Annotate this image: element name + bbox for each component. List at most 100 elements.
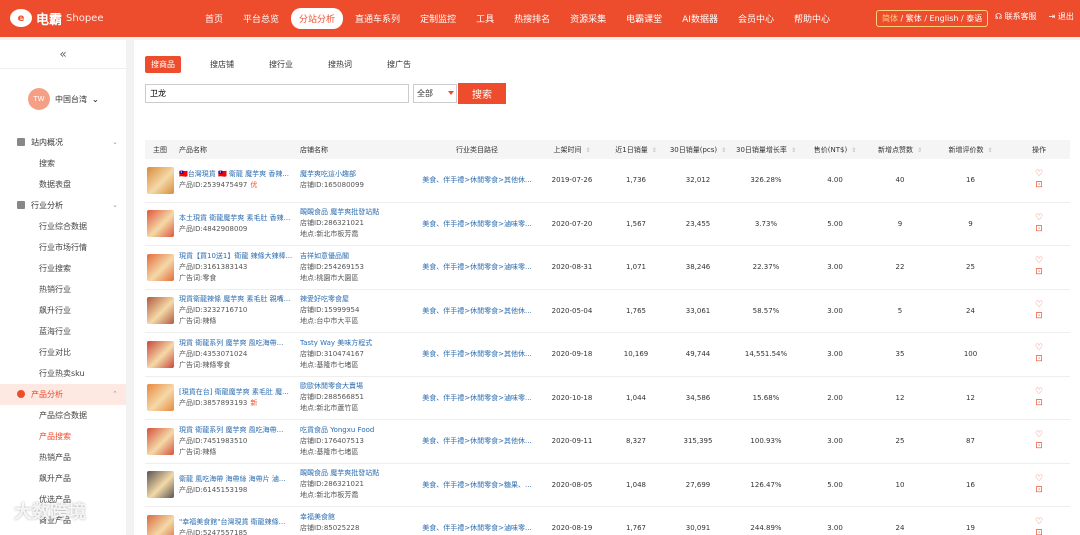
sidebar-item[interactable]: 产品搜索 <box>0 426 126 447</box>
heart-icon[interactable]: ♡ <box>1008 169 1070 180</box>
product-thumbnail[interactable] <box>146 297 174 325</box>
column-header[interactable]: 新增评价数 ⇕ <box>933 140 1008 159</box>
language-others[interactable]: / 繁体 / English / 泰语 <box>898 14 983 23</box>
sidebar-item[interactable]: 行业市场行情 <box>0 237 126 258</box>
sidebar-group[interactable]: 产品分析 ⌃ <box>0 384 126 405</box>
product-name-link[interactable]: "幸福美食館"台灣現貨 衛龍辣條... <box>179 517 296 528</box>
cart-icon[interactable]: ⊡ <box>1008 180 1070 191</box>
nav-item[interactable]: 定制监控 <box>412 8 464 29</box>
nav-item[interactable]: AI数据器 <box>674 8 726 29</box>
product-name-link[interactable]: 現貨 衛龍系列 魔芋爽 風吃海帶... <box>179 425 296 436</box>
heart-icon[interactable]: ♡ <box>1008 430 1070 441</box>
sidebar-item[interactable]: 飙升行业 <box>0 300 126 321</box>
nav-item[interactable]: 热搜排名 <box>506 8 558 29</box>
shop-name-link[interactable]: Tasty Way 美味方程式 <box>300 338 415 349</box>
heart-icon[interactable]: ♡ <box>1008 387 1070 398</box>
product-name-link[interactable]: 衛龍 風吃海帶 海帶絲 海帶片 滷... <box>179 474 296 485</box>
sort-icon[interactable]: ⇕ <box>987 147 992 154</box>
category-path-link[interactable]: 美食、伴手禮>休閒零食>其他休... <box>422 175 532 185</box>
contact-link[interactable]: ☊ 联系客服 <box>995 11 1037 22</box>
product-name-link[interactable]: 本土現貨 衛龍魔芋爽 素毛肚 香辣... <box>179 213 296 224</box>
sort-icon[interactable]: ⇕ <box>585 147 590 154</box>
product-name-link[interactable]: 現貨【買10送1】衛龍 辣條大辣棒... <box>179 251 296 262</box>
heart-icon[interactable]: ♡ <box>1008 517 1070 528</box>
region-selector[interactable]: TW 中国台湾 ⌄ <box>28 88 99 110</box>
logo[interactable]: e 电霸 Shopee <box>10 7 103 29</box>
category-path-link[interactable]: 美食、伴手禮>休閒零食>滷味零... <box>422 523 532 533</box>
heart-icon[interactable]: ♡ <box>1008 256 1070 267</box>
cart-icon[interactable]: ⊡ <box>1008 267 1070 278</box>
sidebar-collapse-button[interactable]: « <box>0 40 126 69</box>
scope-select[interactable]: 全部 <box>413 84 457 103</box>
column-header[interactable]: 售价(NT$) ⇕ <box>803 140 867 159</box>
category-path-link[interactable]: 美食、伴手禮>休閒零食>其他休... <box>422 306 532 316</box>
sidebar-item[interactable]: 产品综合数据 <box>0 405 126 426</box>
cart-icon[interactable]: ⊡ <box>1008 441 1070 452</box>
heart-icon[interactable]: ♡ <box>1008 343 1070 354</box>
nav-item[interactable]: 工具 <box>468 8 502 29</box>
category-path-link[interactable]: 美食、伴手禮>休閒零食>滷味零... <box>422 219 532 229</box>
category-path-link[interactable]: 美食、伴手禮>休閒零食>滷味零... <box>422 262 532 272</box>
sidebar-group[interactable]: 行业分析 ⌄ <box>0 195 126 216</box>
shop-name-link[interactable]: 靦靦食品 魔芋爽批發站點 <box>300 207 415 218</box>
product-thumbnail[interactable] <box>146 471 174 499</box>
sidebar-item[interactable]: 行业热卖sku <box>0 363 126 384</box>
category-path-link[interactable]: 美食、伴手禮>休閒零食>糖果、... <box>422 480 532 490</box>
heart-icon[interactable]: ♡ <box>1008 300 1070 311</box>
column-header[interactable]: 上架时间 ⇕ <box>539 140 605 159</box>
category-path-link[interactable]: 美食、伴手禮>休閒零食>其他休... <box>422 436 532 446</box>
heart-icon[interactable]: ♡ <box>1008 474 1070 485</box>
category-path-link[interactable]: 美食、伴手禮>休閒零食>其他休... <box>422 349 532 359</box>
search-input[interactable] <box>145 84 409 103</box>
shop-name-link[interactable]: 靦靦食品 魔芋爽批發站點 <box>300 468 415 479</box>
cart-icon[interactable]: ⊡ <box>1008 398 1070 409</box>
sort-icon[interactable]: ⇕ <box>721 147 726 154</box>
product-thumbnail[interactable] <box>146 340 174 368</box>
nav-item[interactable]: 会员中心 <box>730 8 782 29</box>
sort-icon[interactable]: ⇕ <box>791 147 796 154</box>
heart-icon[interactable]: ♡ <box>1008 213 1070 224</box>
nav-item[interactable]: 分站分析 <box>291 8 344 29</box>
logout-link[interactable]: ⇥ 退出 <box>1049 11 1074 22</box>
cart-icon[interactable]: ⊡ <box>1008 485 1070 496</box>
cart-icon[interactable]: ⊡ <box>1008 354 1070 365</box>
sidebar-item[interactable]: 热销产品 <box>0 447 126 468</box>
sidebar-item[interactable]: 蓝海行业 <box>0 321 126 342</box>
search-button[interactable]: 搜索 <box>458 83 506 104</box>
nav-item[interactable]: 帮助中心 <box>786 8 838 29</box>
cart-icon[interactable]: ⊡ <box>1008 224 1070 235</box>
sidebar-item[interactable]: 行业对比 <box>0 342 126 363</box>
search-tab[interactable]: 搜广告 <box>381 56 417 73</box>
shop-name-link[interactable]: 吃貨食品 Yongxu Food <box>300 425 415 436</box>
cart-icon[interactable]: ⊡ <box>1008 311 1070 322</box>
nav-item[interactable]: 资源采集 <box>562 8 614 29</box>
nav-item[interactable]: 直通车系列 <box>347 8 408 29</box>
product-name-link[interactable]: 🇹🇼台灣現貨 🇹🇼 衛龍 魔芋爽 香辣... <box>179 169 296 180</box>
language-switch[interactable]: 简体 / 繁体 / English / 泰语 <box>876 10 989 27</box>
column-header[interactable]: 新增点赞数 ⇕ <box>867 140 933 159</box>
shop-name-link[interactable]: 吉祥如意優品閣 <box>300 251 415 262</box>
product-thumbnail[interactable] <box>146 427 174 455</box>
language-current[interactable]: 简体 <box>882 14 898 23</box>
product-thumbnail[interactable] <box>146 384 174 412</box>
sidebar-item[interactable]: 行业搜索 <box>0 258 126 279</box>
shop-name-link[interactable]: 辣愛好吃零食屋 <box>300 294 415 305</box>
sidebar-group[interactable]: 站内概况 ⌄ <box>0 132 126 153</box>
search-tab[interactable]: 搜商品 <box>145 56 181 73</box>
sort-icon[interactable]: ⇕ <box>917 147 922 154</box>
product-name-link[interactable]: 現貨衛龍辣條 魔芋爽 素毛肚 親嘴... <box>179 294 296 305</box>
search-tab[interactable]: 搜店铺 <box>204 56 240 73</box>
search-tab[interactable]: 搜行业 <box>263 56 299 73</box>
sort-icon[interactable]: ⇕ <box>851 147 856 154</box>
category-path-link[interactable]: 美食、伴手禮>休閒零食>滷味零... <box>422 393 532 403</box>
product-thumbnail[interactable] <box>146 166 174 194</box>
column-header[interactable]: 30日销量增长率 ⇕ <box>729 140 803 159</box>
product-name-link[interactable]: [現貨在台] 衛龍魔芋爽 素毛肚 魔... <box>179 387 296 398</box>
nav-item[interactable]: 首页 <box>197 8 231 29</box>
column-header[interactable]: 近1日销量 ⇕ <box>605 140 667 159</box>
product-thumbnail[interactable] <box>146 210 174 238</box>
sidebar-item[interactable]: 热销行业 <box>0 279 126 300</box>
product-name-link[interactable]: 現貨 衛龍系列 魔芋爽 風吃海帶... <box>179 338 296 349</box>
search-tab[interactable]: 搜热词 <box>322 56 358 73</box>
nav-item[interactable]: 平台总览 <box>235 8 287 29</box>
